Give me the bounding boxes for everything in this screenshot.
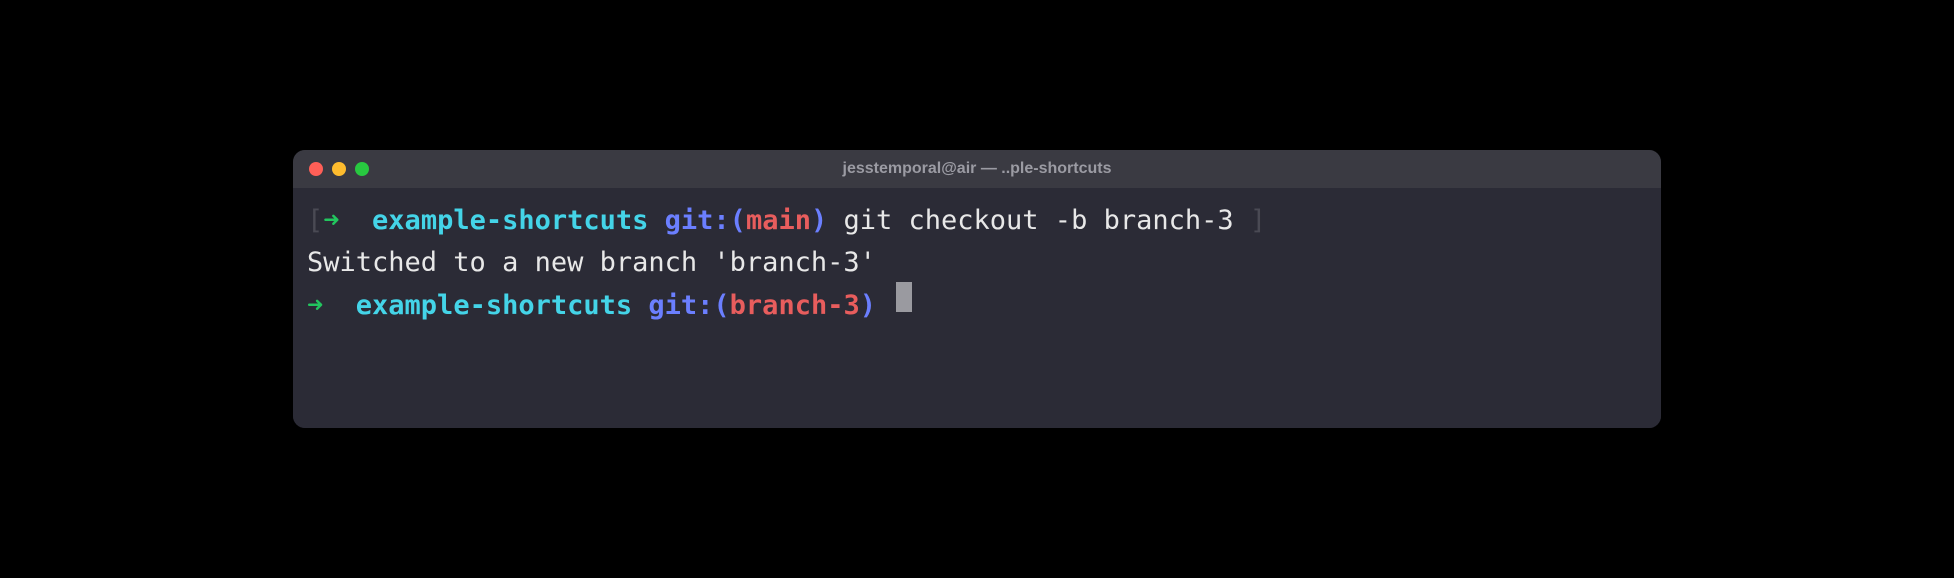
prompt-spacer: [340, 200, 373, 242]
terminal-line-2: Switched to a new branch 'branch-3': [307, 242, 1647, 284]
prompt-arrow-icon: ➜: [323, 200, 339, 242]
command-text: git checkout -b branch-3: [827, 200, 1250, 242]
prompt-git-prefix: git:: [648, 200, 729, 242]
cursor-icon: [896, 282, 912, 312]
prompt-paren-close: ): [811, 200, 827, 242]
terminal-content[interactable]: [➜ example-shortcuts git:(main) git chec…: [293, 188, 1661, 428]
terminal-line-3: ➜ example-shortcuts git:(branch-3): [307, 284, 1647, 327]
bracket-open: [: [307, 200, 323, 242]
prompt-paren-open: (: [713, 285, 729, 327]
close-button[interactable]: [309, 162, 323, 176]
zoom-button[interactable]: [355, 162, 369, 176]
minimize-button[interactable]: [332, 162, 346, 176]
prompt-trailing: [876, 285, 892, 327]
prompt-git-prefix: git:: [632, 285, 713, 327]
terminal-window: jesstemporal@air — ..ple-shortcuts [➜ ex…: [293, 150, 1661, 428]
command-output: Switched to a new branch 'branch-3': [307, 242, 876, 284]
prompt-branch: branch-3: [730, 285, 860, 327]
prompt-spacer: [323, 285, 356, 327]
prompt-arrow-icon: ➜: [307, 285, 323, 327]
prompt-paren-close: ): [860, 285, 876, 327]
traffic-lights: [309, 162, 369, 176]
titlebar: jesstemporal@air — ..ple-shortcuts: [293, 150, 1661, 188]
terminal-line-1: [➜ example-shortcuts git:(main) git chec…: [307, 200, 1647, 242]
prompt-paren-open: (: [730, 200, 746, 242]
prompt-cwd: example-shortcuts: [372, 200, 648, 242]
prompt-branch: main: [746, 200, 811, 242]
window-title: jesstemporal@air — ..ple-shortcuts: [842, 160, 1111, 178]
bracket-close: ]: [1250, 200, 1266, 242]
prompt-cwd: example-shortcuts: [356, 285, 632, 327]
